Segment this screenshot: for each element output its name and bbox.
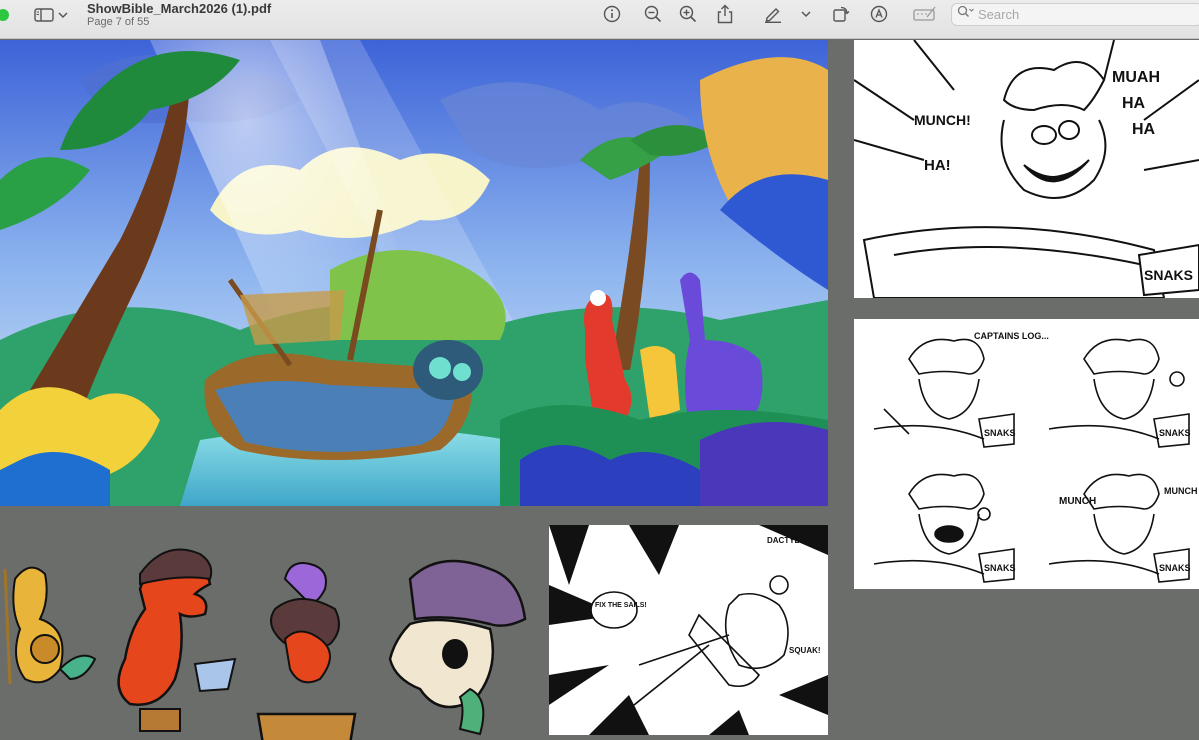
snaks-label-2: SNAKS (1159, 428, 1191, 438)
sidebar-toggle-button[interactable] (34, 5, 76, 25)
share-button[interactable] (714, 3, 736, 25)
window-zoom-button[interactable] (0, 9, 9, 21)
document-title: ShowBible_March2026 (1).pdf (87, 1, 272, 16)
sidebar-icon (34, 8, 54, 22)
storyboard-panel-dactyl: DACTYL FIX THE SAILS! SQUAK! (549, 525, 828, 735)
markup-button[interactable] (868, 3, 890, 25)
snaks-label-3: SNAKS (984, 563, 1016, 573)
document-title-block[interactable]: ShowBible_March2026 (1).pdf Page 7 of 55 (87, 1, 271, 29)
character-lineup (0, 519, 535, 740)
key-art-illustration (0, 40, 828, 506)
share-icon (717, 4, 733, 24)
pdf-page[interactable]: MUNCH! HA! MUAH HA HA SNAKS CAPTAINS LOG… (0, 39, 1199, 740)
zoom-in-button[interactable] (677, 3, 699, 25)
snaks-label-4: SNAKS (1159, 563, 1191, 573)
form-icon (913, 5, 937, 23)
search-icon (957, 5, 975, 24)
caption-captains-log: CAPTAINS LOG... (974, 331, 1049, 341)
character-skull-pirate (388, 559, 527, 736)
search-field[interactable] (951, 3, 1199, 26)
chevron-down-icon (801, 10, 811, 18)
zoom-out-button[interactable] (642, 3, 664, 25)
caption-squak: SQUAK! (789, 646, 821, 655)
highlighter-icon (764, 5, 782, 23)
search-input[interactable] (978, 7, 1178, 22)
info-icon (603, 5, 621, 23)
sfx-munch: MUNCH! (914, 112, 971, 128)
chevron-down-icon (58, 11, 68, 19)
page-indicator: Page 7 of 55 (87, 16, 150, 28)
caption-dactyl: DACTYL (767, 536, 800, 545)
zoom-out-icon (644, 5, 662, 23)
caption-munch-1: MUNCH (1059, 496, 1096, 507)
storyboard-panel-munch: MUNCH! HA! MUAH HA HA SNAKS (854, 40, 1199, 298)
form-button[interactable] (912, 3, 938, 25)
sfx-muah: MUAH (1112, 69, 1160, 86)
caption-munch-2: MUNCH (1164, 486, 1198, 496)
sfx-ha-3: HA (1132, 121, 1156, 138)
toolbar: ShowBible_March2026 (1).pdf Page 7 of 55 (0, 0, 1199, 39)
markup-icon (870, 5, 888, 23)
caption-fix-the-sails: FIX THE SAILS! (595, 602, 647, 609)
snaks-label: SNAKS (1144, 267, 1193, 283)
rotate-button[interactable] (830, 3, 852, 25)
character-seahorse (3, 566, 97, 685)
storyboard-panel-captains-log: CAPTAINS LOG... MUNCH MUNCH SNAKS SNAKS … (854, 319, 1199, 589)
info-button[interactable] (601, 3, 623, 25)
character-red-dino-pirate (117, 548, 237, 732)
sfx-ha: HA! (924, 157, 951, 174)
snaks-label-1: SNAKS (984, 428, 1016, 438)
rotate-icon (832, 5, 850, 23)
highlight-button[interactable] (762, 3, 784, 25)
character-dino-in-barrel (256, 562, 357, 740)
highlight-options-button[interactable] (795, 3, 817, 25)
zoom-in-icon (679, 5, 697, 23)
sfx-ha-2: HA (1122, 95, 1146, 112)
